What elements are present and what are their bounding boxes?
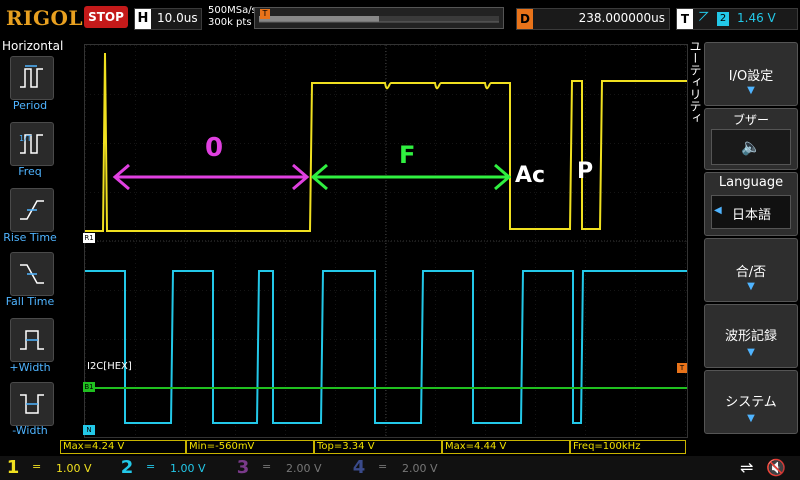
system-label: システム: [725, 395, 777, 410]
channel-1-coupling: =: [32, 460, 42, 473]
neg-width-label: -Width: [12, 424, 48, 437]
speaker-muted-icon: 🔇: [766, 458, 786, 477]
pass-fail-label: 合/否: [735, 265, 767, 280]
language-label: Language: [718, 175, 784, 190]
sample-rate: 500MSa/s: [208, 5, 257, 16]
rise-time-button[interactable]: [10, 188, 54, 232]
bus-marker[interactable]: B1: [83, 382, 95, 392]
fall-time-button[interactable]: [10, 252, 54, 296]
pos-width-label: +Width: [9, 361, 51, 374]
chevron-left-icon: ◀: [714, 205, 722, 216]
channel-4[interactable]: 4 = 2.00 V: [350, 458, 460, 478]
trigger-position-icon: T: [260, 9, 270, 19]
channel-1-scale: 1.00 V: [56, 462, 92, 475]
ch2-marker[interactable]: N: [83, 425, 95, 435]
decode-label: I2C[HEX]: [87, 361, 132, 372]
neg-width-icon: [20, 394, 44, 414]
channel-1[interactable]: 1 = 1.00 V: [4, 458, 114, 478]
memory-overview-graphic: [259, 16, 499, 23]
beeper-label: ブザー: [732, 113, 769, 127]
trigger-level-marker[interactable]: T: [677, 363, 687, 373]
brand-logo: RIGOL: [6, 6, 84, 30]
annotation-f: F: [399, 141, 416, 169]
annotation-ac: Ac: [515, 163, 546, 188]
channel-bar: 1 = 1.00 V 2 = 1.00 V 3 = 2.00 V 4 = 2.0…: [0, 456, 800, 480]
chevron-down-icon: ▼: [747, 413, 755, 424]
waveform-display[interactable]: 0 F Ac P I2C[HEX] R1 B1 N T: [83, 44, 688, 438]
menu-title-text: ユーティリティ: [688, 40, 702, 124]
measurement-item[interactable]: Freq=100kHz: [570, 440, 686, 454]
rising-edge-icon: ⦢: [699, 10, 709, 25]
channel-2-number: 2: [120, 457, 134, 478]
chevron-down-icon: ▼: [747, 347, 755, 358]
channel-4-scale: 2.00 V: [402, 462, 438, 475]
period-button[interactable]: [10, 56, 54, 100]
channel-3-number: 3: [236, 457, 250, 478]
fall-time-label: Fall Time: [5, 295, 55, 308]
pos-width-button[interactable]: [10, 318, 54, 362]
delay-letter: D: [517, 9, 533, 29]
chevron-down-icon: ▼: [747, 281, 755, 292]
pass-fail-button[interactable]: 合/否 ▼: [704, 238, 798, 302]
chevron-down-icon: ▼: [747, 85, 755, 96]
utility-menu: I/O設定 ▼ ブザー 🔈 Language ◀ 日本語 合/否 ▼ 波形記録 …: [704, 42, 798, 440]
memory-overview-strip[interactable]: [254, 7, 504, 29]
measurement-item[interactable]: Max=4.44 V: [442, 440, 570, 454]
measure-menu-title: Horizontal: [2, 39, 64, 53]
menu-title: ユーティリティ: [688, 40, 702, 124]
measurement-item[interactable]: Top=3.34 V: [314, 440, 442, 454]
waveform-canvas: [85, 45, 687, 437]
rise-time-icon: [20, 200, 44, 220]
channel-2-coupling: =: [146, 460, 156, 473]
channel-3-scale: 2.00 V: [286, 462, 322, 475]
period-icon: [20, 65, 43, 88]
beeper-button[interactable]: ブザー 🔈: [704, 108, 798, 170]
usb-icon: ⇌: [740, 458, 754, 477]
channel-1-number: 1: [6, 457, 20, 478]
system-button[interactable]: システム ▼: [704, 370, 798, 434]
measure-menu: Horizontal Period 1/T Freq Rise Time Fal…: [0, 38, 64, 438]
measurement-item[interactable]: Max=4.24 V: [60, 440, 186, 454]
annotation-p: P: [577, 159, 594, 184]
speaker-icon: 🔈: [711, 129, 791, 165]
timebase-value: 10.0us: [157, 11, 198, 25]
channel-4-coupling: =: [378, 460, 388, 473]
memory-depth: 300k pts: [208, 17, 252, 28]
horizontal-timebase[interactable]: H 10.0us: [134, 8, 202, 30]
trigger-channel: 2: [717, 12, 729, 26]
language-button[interactable]: Language ◀ 日本語: [704, 172, 798, 236]
fall-time-icon: [20, 264, 44, 284]
freq-button[interactable]: 1/T: [10, 122, 54, 166]
horizontal-letter: H: [135, 9, 151, 29]
freq-label: Freq: [18, 165, 42, 178]
run-stop-indicator[interactable]: STOP: [84, 6, 128, 28]
trigger-letter: T: [677, 9, 693, 29]
pos-width-icon: [20, 330, 44, 350]
channel-4-number: 4: [352, 457, 366, 478]
freq-icon: 1/T: [19, 134, 43, 154]
delay-readout[interactable]: D 238.000000us: [516, 8, 670, 30]
delay-value: 238.000000us: [578, 11, 665, 25]
channel-2-scale: 1.00 V: [170, 462, 206, 475]
measurement-item[interactable]: Min=-560mV: [186, 440, 314, 454]
language-value: 日本語: [732, 208, 772, 223]
waveform-record-button[interactable]: 波形記録 ▼: [704, 304, 798, 368]
io-settings-button[interactable]: I/O設定 ▼: [704, 42, 798, 106]
channel-3-coupling: =: [262, 460, 272, 473]
io-settings-label: I/O設定: [728, 69, 774, 84]
period-label: Period: [12, 99, 48, 112]
waveform-record-label: 波形記録: [724, 329, 777, 344]
language-value-box: ◀ 日本語: [711, 195, 791, 229]
trigger-level: 1.46 V: [737, 11, 776, 25]
trigger-readout[interactable]: T ⦢ 2 1.46 V: [676, 8, 798, 30]
sample-info: 500MSa/s 300k pts: [208, 5, 257, 29]
measurement-bar: Max=4.24 V Min=-560mV Top=3.34 V Max=4.4…: [60, 440, 690, 454]
neg-width-button[interactable]: [10, 382, 54, 426]
svg-text:1/T: 1/T: [19, 134, 32, 143]
rise-time-label: Rise Time: [3, 231, 57, 244]
channel-3[interactable]: 3 = 2.00 V: [234, 458, 344, 478]
channel-2[interactable]: 2 = 1.00 V: [118, 458, 228, 478]
annotation-0: 0: [205, 133, 224, 163]
ch1-ref-marker[interactable]: R1: [83, 233, 95, 243]
